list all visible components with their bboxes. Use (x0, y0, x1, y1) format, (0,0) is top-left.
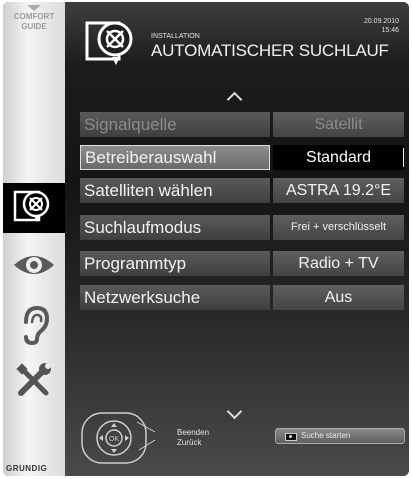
menu-label: Programmtyp (80, 251, 270, 276)
start-search-label: Suche starten (301, 431, 351, 440)
menu-label: Signalquelle (80, 112, 270, 137)
menu-label: Suchlaufmodus (80, 215, 270, 240)
sidebar: COMFORT GUIDE GRUNDIG (3, 2, 65, 476)
date-text: 20.09.2010 (363, 18, 399, 25)
menu-row-betreiberauswahl[interactable]: Betreiberauswahl Standard (80, 145, 405, 170)
menu-value[interactable]: Aus (273, 285, 404, 310)
comfort-guide-line2: GUIDE (21, 22, 47, 31)
remote-nav-icon: OK (81, 412, 156, 464)
eye-icon (14, 256, 54, 274)
comfort-guide-button[interactable]: COMFORT GUIDE (3, 2, 65, 50)
menu-label: Satelliten wählen (80, 178, 270, 203)
main-panel: 20.09.2010 15:46 INSTALLATION AUTOMATISC… (65, 2, 409, 476)
page-title: AUTOMATISCHER SUCHLAUF (151, 41, 389, 60)
menu-row-signalquelle: Signalquelle Satellit (80, 112, 405, 137)
menu-label: Betreiberauswahl (80, 145, 270, 170)
chevron-down-icon (27, 5, 41, 11)
menu-row-programmtyp[interactable]: Programmtyp Radio + TV (80, 251, 405, 276)
datetime: 20.09.2010 15:46 (364, 17, 399, 35)
menu-value[interactable]: Standard (273, 145, 404, 170)
comfort-guide-line1: COMFORT (13, 12, 55, 21)
page-subtitle: INSTALLATION (151, 33, 200, 40)
ear-icon (24, 305, 50, 346)
sidebar-item-settings[interactable] (3, 357, 65, 405)
menu-row-netzwerksuche[interactable]: Netzwerksuche Aus (80, 285, 405, 310)
ok-label: OK (109, 436, 119, 443)
tools-icon (16, 363, 51, 396)
sidebar-item-picture[interactable] (3, 242, 65, 288)
brand-logo: GRUNDIG (6, 464, 48, 473)
sidebar-item-installation[interactable] (3, 183, 65, 233)
menu-value[interactable]: Frei + verschlüsselt (273, 215, 404, 240)
time-text: 15:46 (381, 27, 399, 34)
exit-hint: Beenden (177, 428, 210, 437)
menu-label: Netzwerksuche (80, 285, 270, 310)
menu-value[interactable]: Radio + TV (273, 251, 404, 276)
menu-row-suchlaufmodus[interactable]: Suchlaufmodus Frei + verschlüsselt (80, 215, 405, 240)
tv-menu-frame: COMFORT GUIDE GRUNDIG 20.09.2010 15:46 I… (3, 2, 409, 476)
remote-key-icon (285, 433, 297, 441)
sidebar-item-sound[interactable] (3, 300, 65, 348)
back-hint: Zurück (177, 438, 202, 447)
menu-value: Satellit (273, 112, 404, 137)
menu-value[interactable]: ASTRA 19.2°E (273, 178, 404, 203)
scroll-down-icon[interactable] (226, 403, 243, 420)
key-legend: Beenden Zurück (177, 428, 209, 448)
satellite-dish-icon (13, 190, 50, 222)
satellite-dish-icon (85, 21, 133, 65)
start-search-button[interactable]: Suche starten (275, 428, 405, 444)
menu-row-satelliten[interactable]: Satelliten wählen ASTRA 19.2°E (80, 178, 405, 203)
scroll-up-icon[interactable] (226, 91, 243, 108)
